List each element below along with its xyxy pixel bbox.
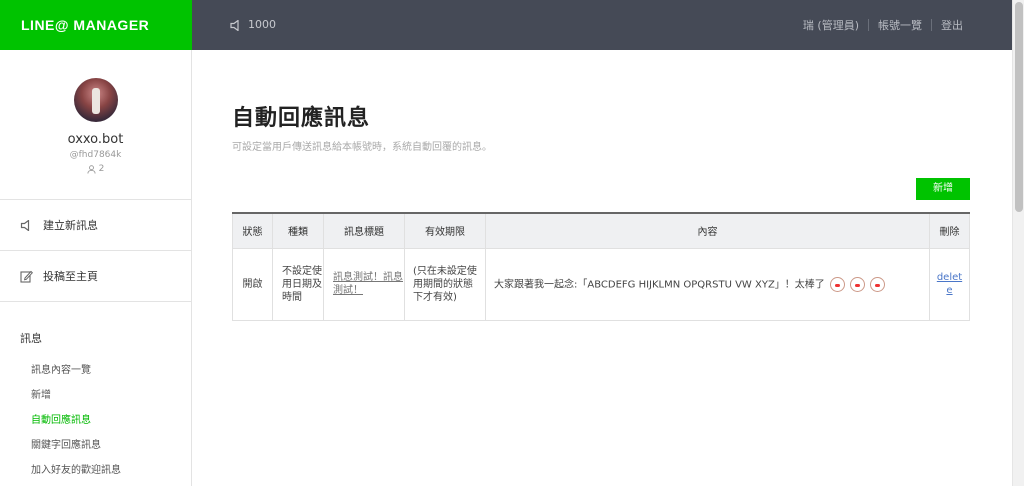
sticker-emoji-icon [870, 276, 886, 292]
message-title-link[interactable]: 訊息測試！訊息測試！ [333, 272, 403, 296]
cell-title: 訊息測試！訊息測試！ [323, 247, 405, 321]
message-count-value: 1000 [248, 18, 276, 31]
header-title: 訊息標題 [323, 212, 405, 248]
header-delete: 刪除 [929, 212, 970, 248]
create-message-label: 建立新訊息 [43, 219, 98, 232]
edit-icon [20, 270, 33, 283]
nav-logout[interactable]: 登出 [932, 17, 972, 33]
top-bar: LINE@ MANAGER 1000 瑞 (管理員) 帳號一覽 登出 [0, 0, 1012, 50]
nav-accounts[interactable]: 帳號一覽 [869, 17, 931, 33]
cell-type: 不設定使用日期及時間 [272, 247, 324, 321]
header-content: 內容 [485, 212, 930, 248]
message-count: 1000 [230, 0, 276, 50]
friend-count: 2 [0, 164, 191, 174]
sidebar: oxxo.bot @fhd7864k 2 建立新訊息 投稿至主頁 訊息 訊息內容… [0, 50, 192, 486]
delete-link[interactable]: delete [937, 272, 962, 296]
menu-section-title: 訊息 [20, 332, 42, 345]
friend-count-value: 2 [98, 164, 105, 174]
header-valid: 有效期限 [404, 212, 486, 248]
message-menu: 訊息內容一覽 新增 自動回應訊息 關鍵字回應訊息 加入好友的歡迎訊息 [0, 358, 191, 483]
avatar[interactable] [73, 78, 118, 122]
nav-user[interactable]: 瑞 (管理員) [794, 17, 868, 33]
scrollbar[interactable] [1012, 0, 1024, 486]
post-to-home-button[interactable]: 投稿至主頁 [0, 251, 191, 302]
content-text: 大家跟著我一起念:「ABCDEFG HIJKLMN OPQRSTU VW XYZ… [494, 279, 825, 290]
cell-content: 大家跟著我一起念:「ABCDEFG HIJKLMN OPQRSTU VW XYZ… [485, 247, 930, 321]
menu-item-welcome-message[interactable]: 加入好友的歡迎訊息 [0, 458, 191, 483]
header-status: 狀態 [232, 212, 273, 248]
post-to-home-label: 投稿至主頁 [43, 270, 98, 283]
cell-status: 開啟 [232, 247, 273, 321]
page-title: 自動回應訊息 [232, 106, 371, 131]
page-subtitle: 可設定當用戶傳送訊息給本帳號時，系統自動回覆的訊息。 [232, 142, 492, 153]
menu-item-message-list[interactable]: 訊息內容一覽 [0, 358, 191, 383]
header-type: 種類 [272, 212, 324, 248]
create-message-button[interactable]: 建立新訊息 [0, 200, 191, 251]
profile-card: oxxo.bot @fhd7864k 2 [0, 50, 191, 200]
user-icon [87, 164, 96, 174]
auto-reply-table: 狀態 種類 訊息標題 有效期限 內容 刪除 開啟 不設定使用日期及時間 訊息測試… [232, 212, 970, 321]
sticker-emoji-icon [830, 276, 845, 292]
menu-item-keyword-reply[interactable]: 關鍵字回應訊息 [0, 433, 191, 458]
speaker-icon [230, 19, 239, 31]
menu-item-auto-reply[interactable]: 自動回應訊息 [0, 408, 191, 433]
top-nav: 瑞 (管理員) 帳號一覽 登出 [794, 0, 972, 50]
cell-valid: (只在未設定使用期間的狀態下才有效) [404, 247, 486, 321]
table-header-row: 狀態 種類 訊息標題 有效期限 內容 刪除 [232, 212, 970, 248]
add-button[interactable]: 新增 [916, 178, 970, 200]
main-content: 自動回應訊息 可設定當用戶傳送訊息給本帳號時，系統自動回覆的訊息。 新增 狀態 … [232, 50, 970, 321]
cell-delete: delete [929, 247, 970, 321]
menu-item-new[interactable]: 新增 [0, 383, 191, 408]
app-logo[interactable]: LINE@ MANAGER [0, 0, 192, 50]
sticker-emoji-icon [850, 276, 866, 292]
bot-name: oxxo.bot [67, 132, 124, 147]
table-row: 開啟 不設定使用日期及時間 訊息測試！訊息測試！ (只在未設定使用期間的狀態下才… [232, 247, 970, 321]
scroll-thumb[interactable] [1015, 2, 1023, 212]
bot-id: @fhd7864k [69, 150, 122, 160]
speaker-icon [20, 219, 30, 231]
